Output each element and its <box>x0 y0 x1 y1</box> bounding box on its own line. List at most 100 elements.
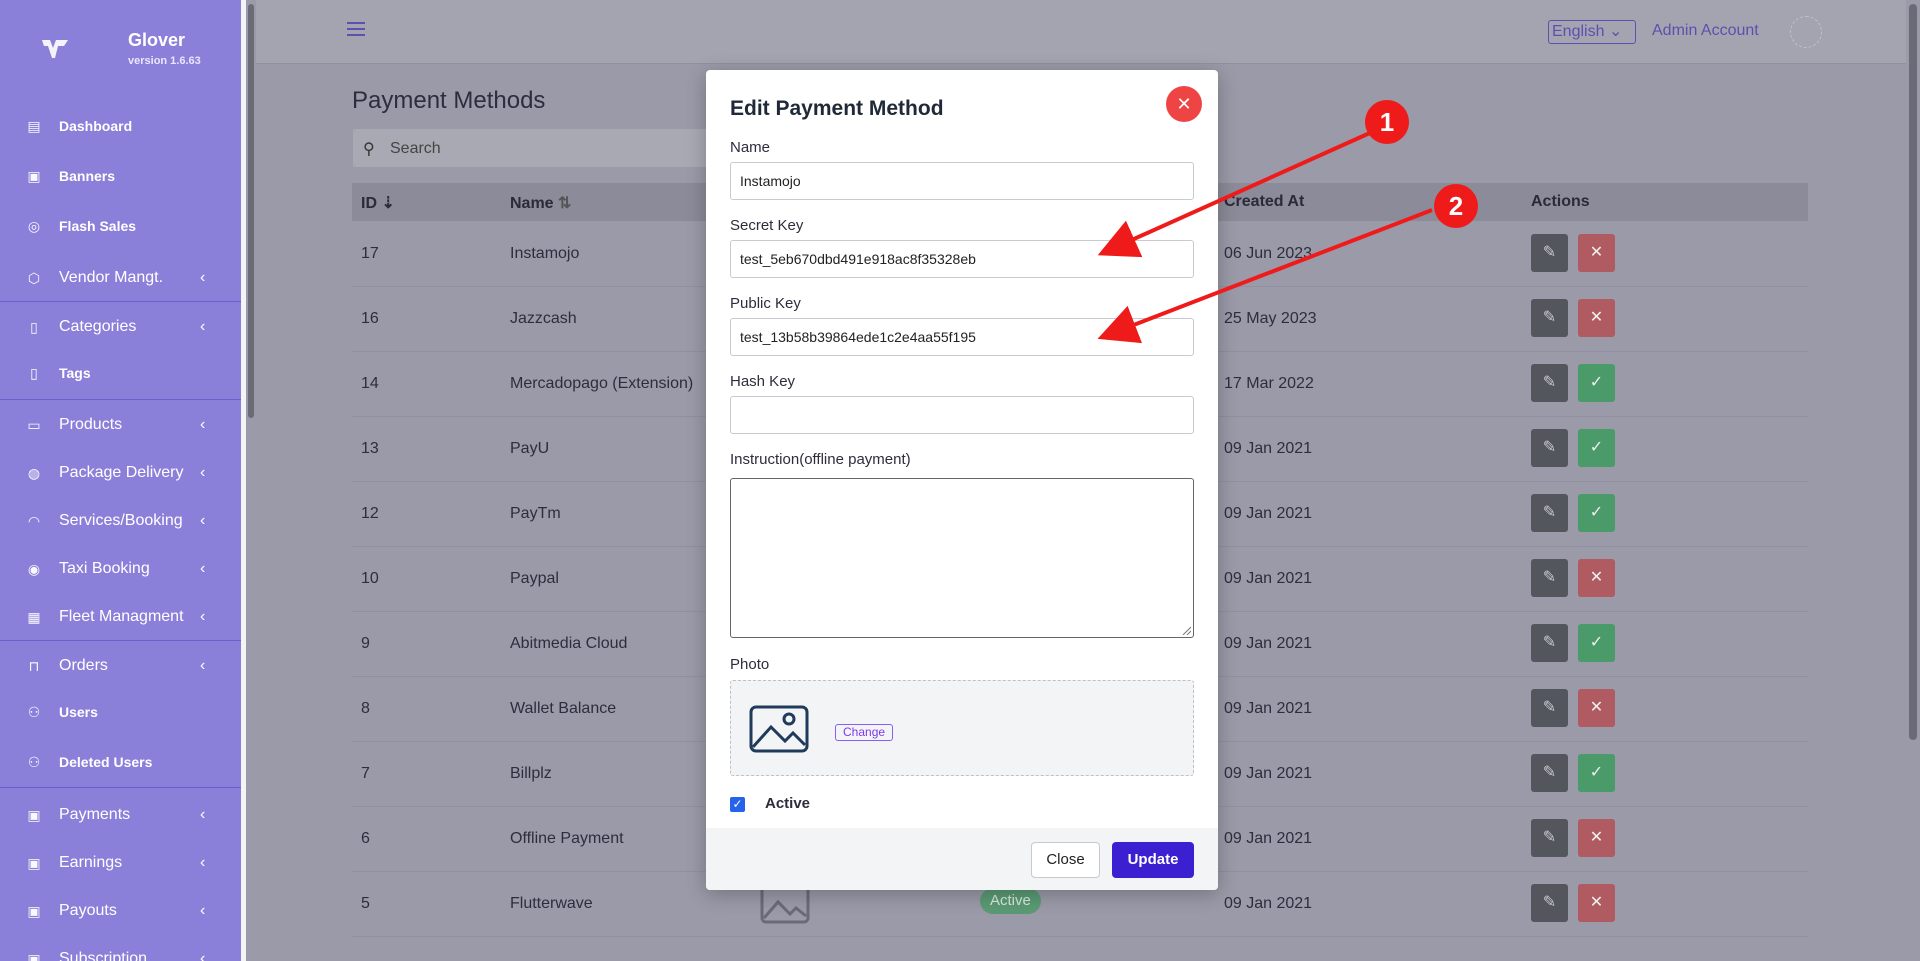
annotation-marker-1: 1 <box>1365 100 1409 144</box>
avatar[interactable] <box>1790 16 1822 48</box>
chevron-left-icon: ‹ <box>200 464 206 481</box>
archive-icon: ▭ <box>27 416 41 433</box>
edit-button[interactable]: ✎ <box>1531 429 1568 467</box>
column-id[interactable]: ID ⇣ <box>361 193 395 213</box>
sidebar-item-fleet-managment[interactable]: ▦ Fleet Managment ‹ <box>0 597 241 637</box>
cash-icon: ▣ <box>27 806 41 823</box>
secret-key-field[interactable]: test_5eb670dbd491e918ac8f35328eb <box>730 240 1194 278</box>
pencil-icon: ✎ <box>1542 439 1557 456</box>
brand[interactable]: Glover version 1.6.63 <box>40 28 240 74</box>
photo-dropzone[interactable]: Change <box>730 680 1194 776</box>
active-checkbox[interactable]: ✓ <box>730 797 745 812</box>
chevron-down-icon: ⌄ <box>1608 23 1623 40</box>
sidebar-item-deleted-users[interactable]: ⚇ Deleted Users <box>0 742 241 782</box>
check-icon: ✓ <box>1589 374 1604 391</box>
cell-created-at: 09 Jan 2021 <box>1224 505 1313 522</box>
active-label: Active <box>765 795 811 812</box>
check-icon: ✓ <box>1589 634 1604 651</box>
chevron-left-icon: ‹ <box>200 806 206 823</box>
edit-button[interactable]: ✎ <box>1531 754 1568 792</box>
cell-id: 14 <box>361 375 379 392</box>
sidebar-item-users[interactable]: ⚇ Users <box>0 692 241 732</box>
deactivate-button[interactable]: ✕ <box>1578 884 1615 922</box>
public-key-label: Public Key <box>730 295 801 312</box>
instruction-label: Instruction(offline payment) <box>730 451 911 468</box>
sidebar-item-earnings[interactable]: ▣ Earnings ‹ <box>0 843 241 883</box>
sidebar-item-products[interactable]: ▭ Products ‹ <box>0 405 241 445</box>
activate-button[interactable]: ✓ <box>1578 494 1615 532</box>
cell-created-at: 09 Jan 2021 <box>1224 700 1313 717</box>
name-field[interactable]: Instamojo <box>730 162 1194 200</box>
hash-key-field[interactable] <box>730 396 1194 434</box>
sidebar-item-dashboard[interactable]: ▤ Dashboard <box>0 106 241 146</box>
sidebar-item-flash-sales[interactable]: ◎ Flash Sales <box>0 206 241 246</box>
deactivate-button[interactable]: ✕ <box>1578 299 1615 337</box>
sidebar-scrollbar[interactable] <box>246 0 256 961</box>
main-scrollbar[interactable] <box>1906 0 1920 961</box>
bookmark-icon: ▯ <box>30 318 38 335</box>
cell-name: Flutterwave <box>510 895 593 912</box>
deactivate-button[interactable]: ✕ <box>1578 689 1615 727</box>
activate-button[interactable]: ✓ <box>1578 429 1615 467</box>
users-icon: ⚇ <box>27 703 41 720</box>
instruction-textarea[interactable] <box>730 478 1194 638</box>
sidebar-item-categories[interactable]: ▯ Categories ‹ <box>0 307 241 347</box>
deactivate-button[interactable]: ✕ <box>1578 559 1615 597</box>
sidebar-item-orders[interactable]: ⊓ Orders ‹ <box>0 646 241 686</box>
column-created-at: Created At <box>1224 193 1305 210</box>
sort-desc-icon: ⇣ <box>381 195 395 212</box>
edit-button[interactable]: ✎ <box>1531 364 1568 402</box>
sidebar-divider <box>0 640 241 641</box>
public-key-field[interactable]: test_13b58b39864ede1c2e4aa55f195 <box>730 318 1194 356</box>
admin-account-link[interactable]: Admin Account <box>1652 22 1759 40</box>
sort-icon: ⇅ <box>558 195 572 212</box>
cell-id: 12 <box>361 505 379 522</box>
pencil-icon: ✎ <box>1542 634 1557 651</box>
sidebar-item-vendor-mangt[interactable]: ⬡ Vendor Mangt. ‹ <box>0 258 241 298</box>
cell-name: PayTm <box>510 505 561 522</box>
edit-button[interactable]: ✎ <box>1531 624 1568 662</box>
briefcase-icon: ▦ <box>27 608 41 625</box>
change-photo-button[interactable]: Change <box>835 724 894 741</box>
edit-payment-method-modal: Edit Payment Method ✕ Name Instamojo Sec… <box>706 70 1218 890</box>
edit-button[interactable]: ✎ <box>1531 689 1568 727</box>
cell-id: 5 <box>361 895 370 912</box>
column-name[interactable]: Name ⇅ <box>510 193 571 213</box>
menu-toggle-icon[interactable] <box>347 22 365 38</box>
pencil-icon: ✎ <box>1542 374 1557 391</box>
sidebar-item-payouts[interactable]: ▣ Payouts ‹ <box>0 891 241 931</box>
cell-name: Jazzcash <box>510 310 577 327</box>
chevron-left-icon: ‹ <box>200 902 206 919</box>
language-select[interactable]: English ⌄ <box>1548 20 1636 44</box>
secret-key-label: Secret Key <box>730 217 804 234</box>
deactivate-button[interactable]: ✕ <box>1578 819 1615 857</box>
sidebar-item-taxi-booking[interactable]: ◉ Taxi Booking ‹ <box>0 549 241 589</box>
sidebar-item-payments[interactable]: ▣ Payments ‹ <box>0 795 241 835</box>
edit-button[interactable]: ✎ <box>1531 234 1568 272</box>
edit-button[interactable]: ✎ <box>1531 299 1568 337</box>
edit-button[interactable]: ✎ <box>1531 819 1568 857</box>
close-button[interactable]: Close <box>1031 842 1100 878</box>
edit-button[interactable]: ✎ <box>1531 494 1568 532</box>
update-button[interactable]: Update <box>1112 842 1194 878</box>
activate-button[interactable]: ✓ <box>1578 624 1615 662</box>
sidebar-item-tags[interactable]: ▯ Tags <box>0 353 241 393</box>
deactivate-button[interactable]: ✕ <box>1578 234 1615 272</box>
chevron-left-icon: ‹ <box>200 950 206 961</box>
sidebar: Glover version 1.6.63 ▤ Dashboard ▣ Bann… <box>0 0 241 961</box>
sidebar-item-subscription[interactable]: ▣ Subscription ‹ <box>0 939 241 961</box>
cell-id: 10 <box>361 570 379 587</box>
close-icon[interactable]: ✕ <box>1166 86 1202 122</box>
resize-grip-icon[interactable] <box>1181 625 1191 635</box>
glover-logo-icon <box>42 40 68 58</box>
activate-button[interactable]: ✓ <box>1578 754 1615 792</box>
sidebar-item-banners[interactable]: ▣ Banners <box>0 156 241 196</box>
edit-button[interactable]: ✎ <box>1531 884 1568 922</box>
image-icon: ▣ <box>27 167 41 184</box>
edit-button[interactable]: ✎ <box>1531 559 1568 597</box>
activate-button[interactable]: ✓ <box>1578 364 1615 402</box>
check-icon: ✓ <box>1589 439 1604 456</box>
sidebar-item-services-booking[interactable]: ◠ Services/Booking ‹ <box>0 501 241 541</box>
status-badge: Active <box>980 888 1041 914</box>
sidebar-item-package-delivery[interactable]: ◍ Package Delivery ‹ <box>0 453 241 493</box>
